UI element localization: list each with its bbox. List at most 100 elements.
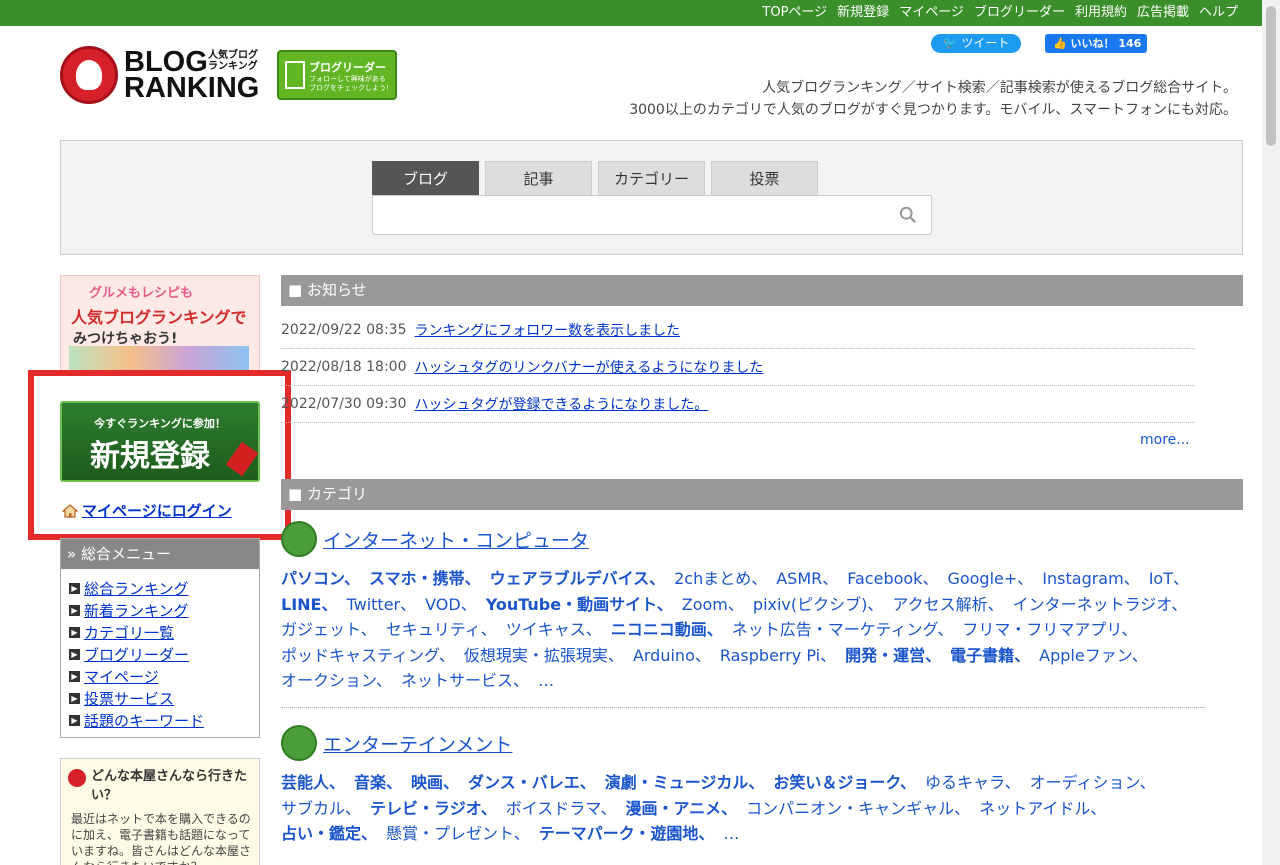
register-button[interactable]: 今すぐランキングに参加！ 新規登録	[60, 401, 260, 482]
category-link[interactable]: ウェアラブルデバイス、	[490, 569, 666, 588]
site-logo[interactable]: BLOG 人気ブログ ランキング RANKING	[60, 44, 265, 106]
category-link[interactable]: ネットアイドル、	[979, 799, 1106, 818]
category-group-internet: インターネット・コンピュータ パソコン、 スマホ・携帯、 ウェアラブルデバイス、 2c…	[281, 520, 1205, 694]
category-link-line: パソコン、 スマホ・携帯、 ウェアラブルデバイス、 2chまとめ、 ASMR、 Faceb…	[281, 566, 1205, 592]
category-link[interactable]: 音楽、	[354, 773, 402, 792]
tab-category[interactable]: カテゴリー	[598, 161, 705, 195]
menu-item-blog-reader[interactable]: ▶ ブログリーダー	[69, 643, 259, 665]
category-link[interactable]: セキュリティ、	[386, 620, 497, 639]
category-link[interactable]: 演劇・ミュージカル、	[605, 773, 765, 792]
category-link[interactable]: 懸賞・プレゼント、	[386, 824, 530, 843]
category-link[interactable]: ネット広告・マーケティング、	[732, 620, 954, 639]
category-link[interactable]: フリマ・フリマアプリ、	[962, 620, 1137, 639]
category-link[interactable]: サブカル、	[281, 799, 361, 818]
tweet-button[interactable]: 🐦 ツイート	[931, 34, 1021, 53]
topnav-help[interactable]: ヘルプ	[1199, 4, 1238, 21]
tab-blog[interactable]: ブログ	[372, 161, 479, 195]
category-link-line: 芸能人、 音楽、 映画、 ダンス・バレエ、 演劇・ミュージカル、 お笑い＆ジョーク、 ゆるキ…	[281, 770, 1205, 796]
facebook-like-button[interactable]: 👍 いいね！ 146	[1045, 34, 1147, 53]
category-link[interactable]: オークション、	[281, 671, 392, 690]
category-link[interactable]: Arduino、	[633, 646, 711, 665]
topnav-terms[interactable]: 利用規約	[1075, 4, 1127, 21]
logo-text-ranking: RANKING	[124, 72, 260, 104]
bookstore-topic-box[interactable]: どんな本屋さんなら行きたい？ 最近はネットで本を購入できるのに加え、電子書籍も話…	[60, 758, 260, 865]
topnav-blogreader[interactable]: ブログリーダー	[974, 4, 1065, 21]
category-link[interactable]: 占い・鑑定、	[281, 824, 377, 843]
category-link[interactable]: …	[538, 671, 554, 690]
thumbs-up-icon: 👍	[1053, 37, 1067, 50]
category-link[interactable]: ダンス・バレエ、	[468, 773, 596, 792]
category-link[interactable]: お笑い＆ジョーク、	[773, 773, 916, 792]
mypage-login-link[interactable]: マイページにログイン	[62, 500, 232, 521]
logo-mark-icon	[60, 46, 118, 104]
category-link-line: オークション、 ネットサービス、 …	[281, 668, 1205, 694]
tab-vote[interactable]: 投票	[711, 161, 818, 195]
category-link[interactable]: ASMR、	[776, 569, 838, 588]
globe-icon	[281, 521, 317, 557]
category-link[interactable]: Zoom、	[682, 595, 744, 614]
category-link[interactable]: ボイスドラマ、	[506, 799, 617, 818]
blog-reader-badge[interactable]: ブログリーダー フォローして興味がある ブログをチェックしよう!	[277, 50, 397, 100]
search-icon[interactable]	[899, 206, 917, 224]
menu-item-mypage[interactable]: ▶ マイページ	[69, 665, 259, 687]
category-link[interactable]: ツイキャス、	[506, 620, 602, 639]
category-link[interactable]: テーマパーク・遊園地、	[539, 824, 715, 843]
category-link[interactable]: Facebook、	[847, 569, 938, 588]
scrollbar-thumb[interactable]	[1266, 6, 1276, 146]
category-link[interactable]: 芸能人、	[281, 773, 345, 792]
category-link[interactable]: YouTube・動画サイト、	[486, 595, 673, 614]
category-link[interactable]: 開発・運営、	[845, 646, 941, 665]
top-nav: TOPページ 新規登録 マイページ ブログリーダー 利用規約 広告掲載 ヘルプ	[762, 4, 1238, 21]
category-link-line: サブカル、 テレビ・ラジオ、 ボイスドラマ、 漫画・アニメ、 コンパニオン・キャンギャル…	[281, 796, 1205, 822]
category-link[interactable]: ニコニコ動画、	[611, 620, 723, 639]
menu-item-overall-ranking[interactable]: ▶ 総合ランキング	[69, 577, 259, 599]
category-link[interactable]: 仮想現実・拡張現実、	[464, 646, 624, 665]
menu-item-category-list[interactable]: ▶ カテゴリ一覧	[69, 621, 259, 643]
menu-item-vote-service[interactable]: ▶ 投票サービス	[69, 687, 259, 709]
category-link[interactable]: ポッドキャスティング、	[281, 646, 455, 665]
menu-item-new-ranking[interactable]: ▶ 新着ランキング	[69, 599, 259, 621]
category-link[interactable]: LINE、	[281, 595, 337, 614]
category-link[interactable]: スマホ・携帯、	[369, 569, 481, 588]
top-bar: TOPページ 新規登録 マイページ ブログリーダー 利用規約 広告掲載 ヘルプ	[0, 0, 1262, 26]
category-link[interactable]: …	[723, 824, 739, 843]
category-link[interactable]: pixiv(ピクシブ)、	[753, 595, 883, 614]
search-input[interactable]	[372, 195, 932, 235]
category-link[interactable]: テレビ・ラジオ、	[370, 799, 497, 818]
category-link[interactable]: パソコン、	[281, 569, 360, 588]
category-link[interactable]: 2chまとめ、	[674, 569, 767, 588]
category-link[interactable]: インターネットラジオ、	[1013, 595, 1188, 614]
category-link[interactable]: VOD、	[425, 595, 477, 614]
category-link[interactable]: Twitter、	[346, 595, 416, 614]
topnav-top[interactable]: TOPページ	[762, 4, 827, 21]
menu-item-keywords[interactable]: ▶ 話題のキーワード	[69, 709, 259, 731]
category-link[interactable]: Appleファン、	[1039, 646, 1148, 665]
news-more-link[interactable]: more...	[1140, 432, 1190, 448]
category-title-link[interactable]: エンターテインメント	[323, 730, 512, 757]
category-link[interactable]: 漫画・アニメ、	[625, 799, 737, 818]
topnav-register[interactable]: 新規登録	[837, 4, 889, 21]
category-link[interactable]: ゆるキャラ、	[925, 773, 1021, 792]
blog-reader-subtitle: フォローして興味がある ブログをチェックしよう!	[309, 75, 389, 92]
category-link-line: ガジェット、 セキュリティ、 ツイキャス、 ニコニコ動画、 ネット広告・マーケティング、…	[281, 617, 1205, 643]
gourmet-banner[interactable]: グルメもレシピも 人気ブログランキングで みつけちゃおう!	[60, 275, 260, 375]
site-tagline: 人気ブログランキング／サイト検索／記事検索が使えるブログ総合サイト。 3000以…	[629, 80, 1237, 118]
category-link[interactable]: ガジェット、	[281, 620, 377, 639]
category-link[interactable]: オーディション、	[1030, 773, 1156, 792]
category-link[interactable]: コンパニオン・キャンギャル、	[746, 799, 970, 818]
category-link[interactable]: Google+、	[947, 569, 1033, 588]
category-link[interactable]: 電子書籍、	[950, 646, 1030, 665]
page-scrollbar[interactable]	[1262, 0, 1280, 865]
category-link[interactable]: Instagram、	[1042, 569, 1139, 588]
category-link[interactable]: ネットサービス、	[401, 671, 529, 690]
category-link[interactable]: アクセス解析、	[892, 595, 1003, 614]
topnav-ads[interactable]: 広告掲載	[1137, 4, 1189, 21]
category-link[interactable]: IoT、	[1149, 569, 1189, 588]
category-link[interactable]: 映画、	[411, 773, 459, 792]
category-title-link[interactable]: インターネット・コンピュータ	[323, 526, 589, 553]
topnav-mypage[interactable]: マイページ	[899, 4, 964, 21]
general-menu: » 総合メニュー ▶ 総合ランキング ▶ 新着ランキング ▶ カテゴリ一覧 ▶ ブログリ…	[60, 538, 260, 738]
category-link[interactable]: Raspberry Pi、	[720, 646, 836, 665]
category-links: パソコン、 スマホ・携帯、 ウェアラブルデバイス、 2chまとめ、 ASMR、 Faceb…	[281, 566, 1205, 694]
tab-article[interactable]: 記事	[485, 161, 592, 195]
